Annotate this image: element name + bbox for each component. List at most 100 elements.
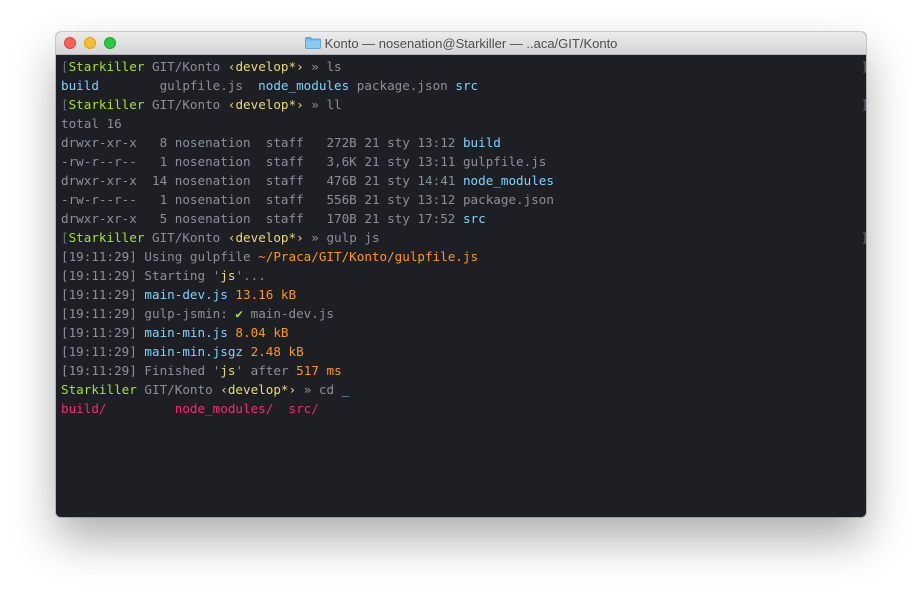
prompt-path: GIT/Konto (152, 230, 221, 245)
ll-total: total 16 (61, 116, 122, 131)
prompt-arrow: » (303, 382, 312, 397)
ls-item: node_modules (258, 78, 350, 93)
prompt-path: GIT/Konto (152, 59, 221, 74)
log-text: Using gulpfile (144, 249, 251, 264)
ll-owner: nosenation (174, 211, 251, 226)
gulp-log-line: [19:11:29] main-dev.js 13.16 kB (61, 285, 866, 304)
terminal-content[interactable]: [Starkiller GIT/Konto ‹develop*› » ls] b… (56, 55, 866, 517)
prompt-host: Starkiller (68, 97, 145, 112)
gulp-log-line: [19:11:29] Starting 'js'... (61, 266, 866, 285)
log-time: [19:11:29] (61, 363, 137, 378)
ll-date: 21 sty 13:12 (364, 135, 456, 150)
output-file: main-dev.js (144, 287, 228, 302)
prompt-line: [Starkiller GIT/Konto ‹develop*› » ll] (61, 95, 866, 114)
output-size: 2.48 kB (250, 344, 304, 359)
ll-perms: drwxr-xr-x (61, 173, 137, 188)
completion-item[interactable]: build/ (61, 401, 107, 416)
ll-name: node_modules (462, 173, 554, 188)
prompt-arrow: » (311, 59, 319, 74)
prompt-path: GIT/Konto (144, 382, 213, 397)
prompt-branch: ‹develop*› (220, 382, 297, 397)
completion-line: build/ node_modules/ src/ (61, 399, 866, 418)
ll-date: 21 sty 14:41 (364, 173, 456, 188)
ll-links: 5 (159, 211, 168, 226)
ll-owner: nosenation (174, 135, 251, 150)
output-file: main-min.jsgz (144, 344, 243, 359)
prompt-bracket-right: ] (861, 95, 866, 114)
ll-group: staff (265, 154, 304, 169)
log-text: Starting (144, 268, 206, 283)
command-text: ll (326, 97, 342, 112)
prompt-host: Starkiller (61, 382, 137, 397)
terminal-window: Konto — nosenation@Starkiller — ..aca/GI… (56, 32, 866, 517)
prompt-bracket-left: [ (61, 230, 69, 245)
title-bar[interactable]: Konto — nosenation@Starkiller — ..aca/GI… (56, 32, 866, 55)
prompt-bracket-right: ] (861, 228, 866, 247)
quote-mark: ' (235, 363, 244, 378)
prompt-host: Starkiller (68, 230, 145, 245)
ll-perms: -rw-r--r-- (61, 192, 137, 207)
ll-size: 556B (326, 192, 357, 207)
checkmark-icon: ✔ (235, 306, 244, 321)
prompt-line: [Starkiller GIT/Konto ‹develop*› » gulp … (61, 228, 866, 247)
ll-size: 476B (326, 173, 357, 188)
ll-row: -rw-r--r-- 1 nosenation staff 556B 21 st… (61, 190, 866, 209)
ll-links: 8 (159, 135, 168, 150)
command-text: ls (326, 59, 342, 74)
output-file: main-min.js (144, 325, 228, 340)
gulp-log-line: [19:11:29] Finished 'js' after 517 ms (61, 361, 866, 380)
ll-name: package.json (462, 192, 554, 207)
ll-owner: nosenation (174, 192, 251, 207)
ls-item: src (455, 78, 479, 93)
ls-item: gulpfile.js (159, 78, 243, 93)
ll-row: drwxr-xr-x 14 nosenation staff 476B 21 s… (61, 171, 866, 190)
log-time: [19:11:29] (61, 344, 137, 359)
ll-name: gulpfile.js (462, 154, 547, 169)
ls-item: build (61, 78, 99, 93)
prompt-bracket-left: [ (61, 59, 69, 74)
command-input[interactable]: cd (319, 382, 334, 397)
gulpfile-path: ~/Praca/GIT/Konto/gulpfile.js (258, 249, 479, 264)
prompt-host: Starkiller (68, 59, 145, 74)
output-size: 13.16 kB (235, 287, 297, 302)
task-name: js (220, 268, 236, 283)
completion-item[interactable]: node_modules/ (175, 401, 274, 416)
duration: 517 ms (296, 363, 342, 378)
ll-size: 272B (326, 135, 357, 150)
ll-perms: -rw-r--r-- (61, 154, 137, 169)
prompt-line: [Starkiller GIT/Konto ‹develop*› » ls] (61, 57, 866, 76)
ll-links: 1 (159, 154, 168, 169)
log-text: after (250, 363, 289, 378)
ll-perms: drwxr-xr-x (61, 211, 137, 226)
prompt-arrow: » (311, 97, 319, 112)
task-name: js (220, 363, 236, 378)
ll-row: drwxr-xr-x 8 nosenation staff 272B 21 st… (61, 133, 866, 152)
ll-size: 170B (326, 211, 357, 226)
gulp-log-line: [19:11:29] Using gulpfile ~/Praca/GIT/Ko… (61, 247, 866, 266)
log-file: main-dev.js (250, 306, 335, 321)
prompt-bracket-right: ] (861, 57, 866, 76)
log-time: [19:11:29] (61, 325, 137, 340)
ll-owner: nosenation (174, 154, 251, 169)
log-time: [19:11:29] (61, 287, 137, 302)
text-cursor: _ (341, 382, 350, 397)
prompt-branch: ‹develop*› (227, 59, 304, 74)
window-title: Konto — nosenation@Starkiller — ..aca/GI… (324, 35, 618, 51)
ll-links: 1 (159, 192, 168, 207)
ll-date: 21 sty 13:12 (364, 192, 456, 207)
ls-output-line: build gulpfile.js node_modules package.j… (61, 76, 866, 95)
output-size: 8.04 kB (235, 325, 289, 340)
current-prompt-line[interactable]: Starkiller GIT/Konto ‹develop*› » cd _ (61, 380, 866, 399)
ll-name: build (462, 135, 501, 150)
prompt-branch: ‹develop*› (227, 97, 304, 112)
ll-size: 3,6K (326, 154, 357, 169)
gulp-log-line: [19:11:29] gulp-jsmin: ✔ main-dev.js (61, 304, 866, 323)
ll-perms: drwxr-xr-x (61, 135, 137, 150)
gulp-log-line: [19:11:29] main-min.js 8.04 kB (61, 323, 866, 342)
log-time: [19:11:29] (61, 249, 137, 264)
ll-row: drwxr-xr-x 5 nosenation staff 170B 21 st… (61, 209, 866, 228)
ll-date: 21 sty 13:11 (364, 154, 456, 169)
completion-item[interactable]: src/ (289, 401, 319, 416)
ll-links: 14 (152, 173, 168, 188)
ll-name: src (462, 211, 486, 226)
